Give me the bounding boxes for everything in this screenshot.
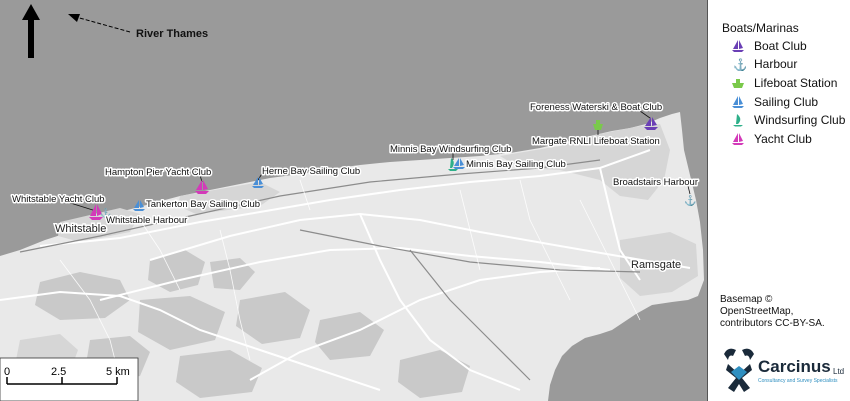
label-foreness-waterski-boat-club: Foreness Waterski & Boat Club [530,102,662,113]
legend-item-boat-club: Boat Club [730,39,807,53]
svg-text:⚓: ⚓ [733,58,746,71]
sailboat-icon [732,40,744,52]
legend-label: Boat Club [754,39,807,53]
river-thames-label: River Thames [136,28,208,40]
basemap-attribution: Basemap © OpenStreetMap, contributors CC… [720,294,825,329]
scale-label-2-5: 2.5 [51,366,66,378]
legend-item-sailing-club: Sailing Club [730,95,818,109]
scale-label-5km: 5 km [106,366,130,378]
legend-item-windsurfing-club: Windsurfing Club [730,113,845,127]
windsurf-icon [733,114,743,127]
logo-name: Carcinus [758,357,831,376]
label-tankerton-bay-sailing-club: Tankerton Bay Sailing Club [146,199,260,210]
scale-bar: 0 2.5 5 km [0,357,139,401]
legend-label: Lifeboat Station [754,76,838,90]
sailboat-icon [732,133,744,145]
legend-title: Boats/Marinas [722,21,799,35]
label-herne-bay-sailing-club: Herne Bay Sailing Club [262,166,360,177]
legend-item-yacht-club: Yacht Club [730,132,812,146]
label-margate-rnli-lifeboat-station: Margate RNLI Lifeboat Station [532,136,660,147]
legend-item-lifeboat-station: Lifeboat Station [730,76,837,90]
anchor-icon: ⚓ [684,194,696,207]
label-whitstable-yacht-club: Whitstable Yacht Club [12,194,105,205]
scale-label-0: 0 [4,366,10,378]
carcinus-logo: Carcinus Ltd Consultancy and Survey Spec… [724,348,844,392]
label-minnis-bay-windsurfing-club: Minnis Bay Windsurfing Club [390,144,511,155]
crab-logo-icon [724,348,754,392]
legend-panel: Boats/Marinas Boat Club ⚓ Harbour Lifebo… [707,0,850,401]
label-hampton-pier-yacht-club: Hampton Pier Yacht Club [105,167,211,178]
map-canvas[interactable]: River Thames Whitstable Ramsgate Whitsta… [0,0,707,401]
label-whitstable-harbour: Whitstable Harbour [106,215,187,226]
legend-label: Harbour [754,57,798,71]
legend-label: Sailing Club [754,95,819,109]
lifeboat-icon [732,79,744,88]
town-label-ramsgate: Ramsgate [631,259,681,271]
town-label-whitstable: Whitstable [55,223,106,235]
sailboat-icon [732,96,744,108]
anchor-icon: ⚓ [733,58,746,71]
logo-suffix: Ltd [833,367,844,376]
logo-tagline: Consultancy and Survey Specialists [758,378,838,384]
legend-label: Yacht Club [754,132,812,146]
label-minnis-bay-sailing-club: Minnis Bay Sailing Club [466,159,566,170]
legend-item-harbour: ⚓ Harbour [730,57,797,71]
legend-label: Windsurfing Club [754,113,846,127]
map-frame: River Thames Whitstable Ramsgate Whitsta… [0,0,850,401]
label-broadstairs-harbour: Broadstairs Harbour [613,177,698,188]
